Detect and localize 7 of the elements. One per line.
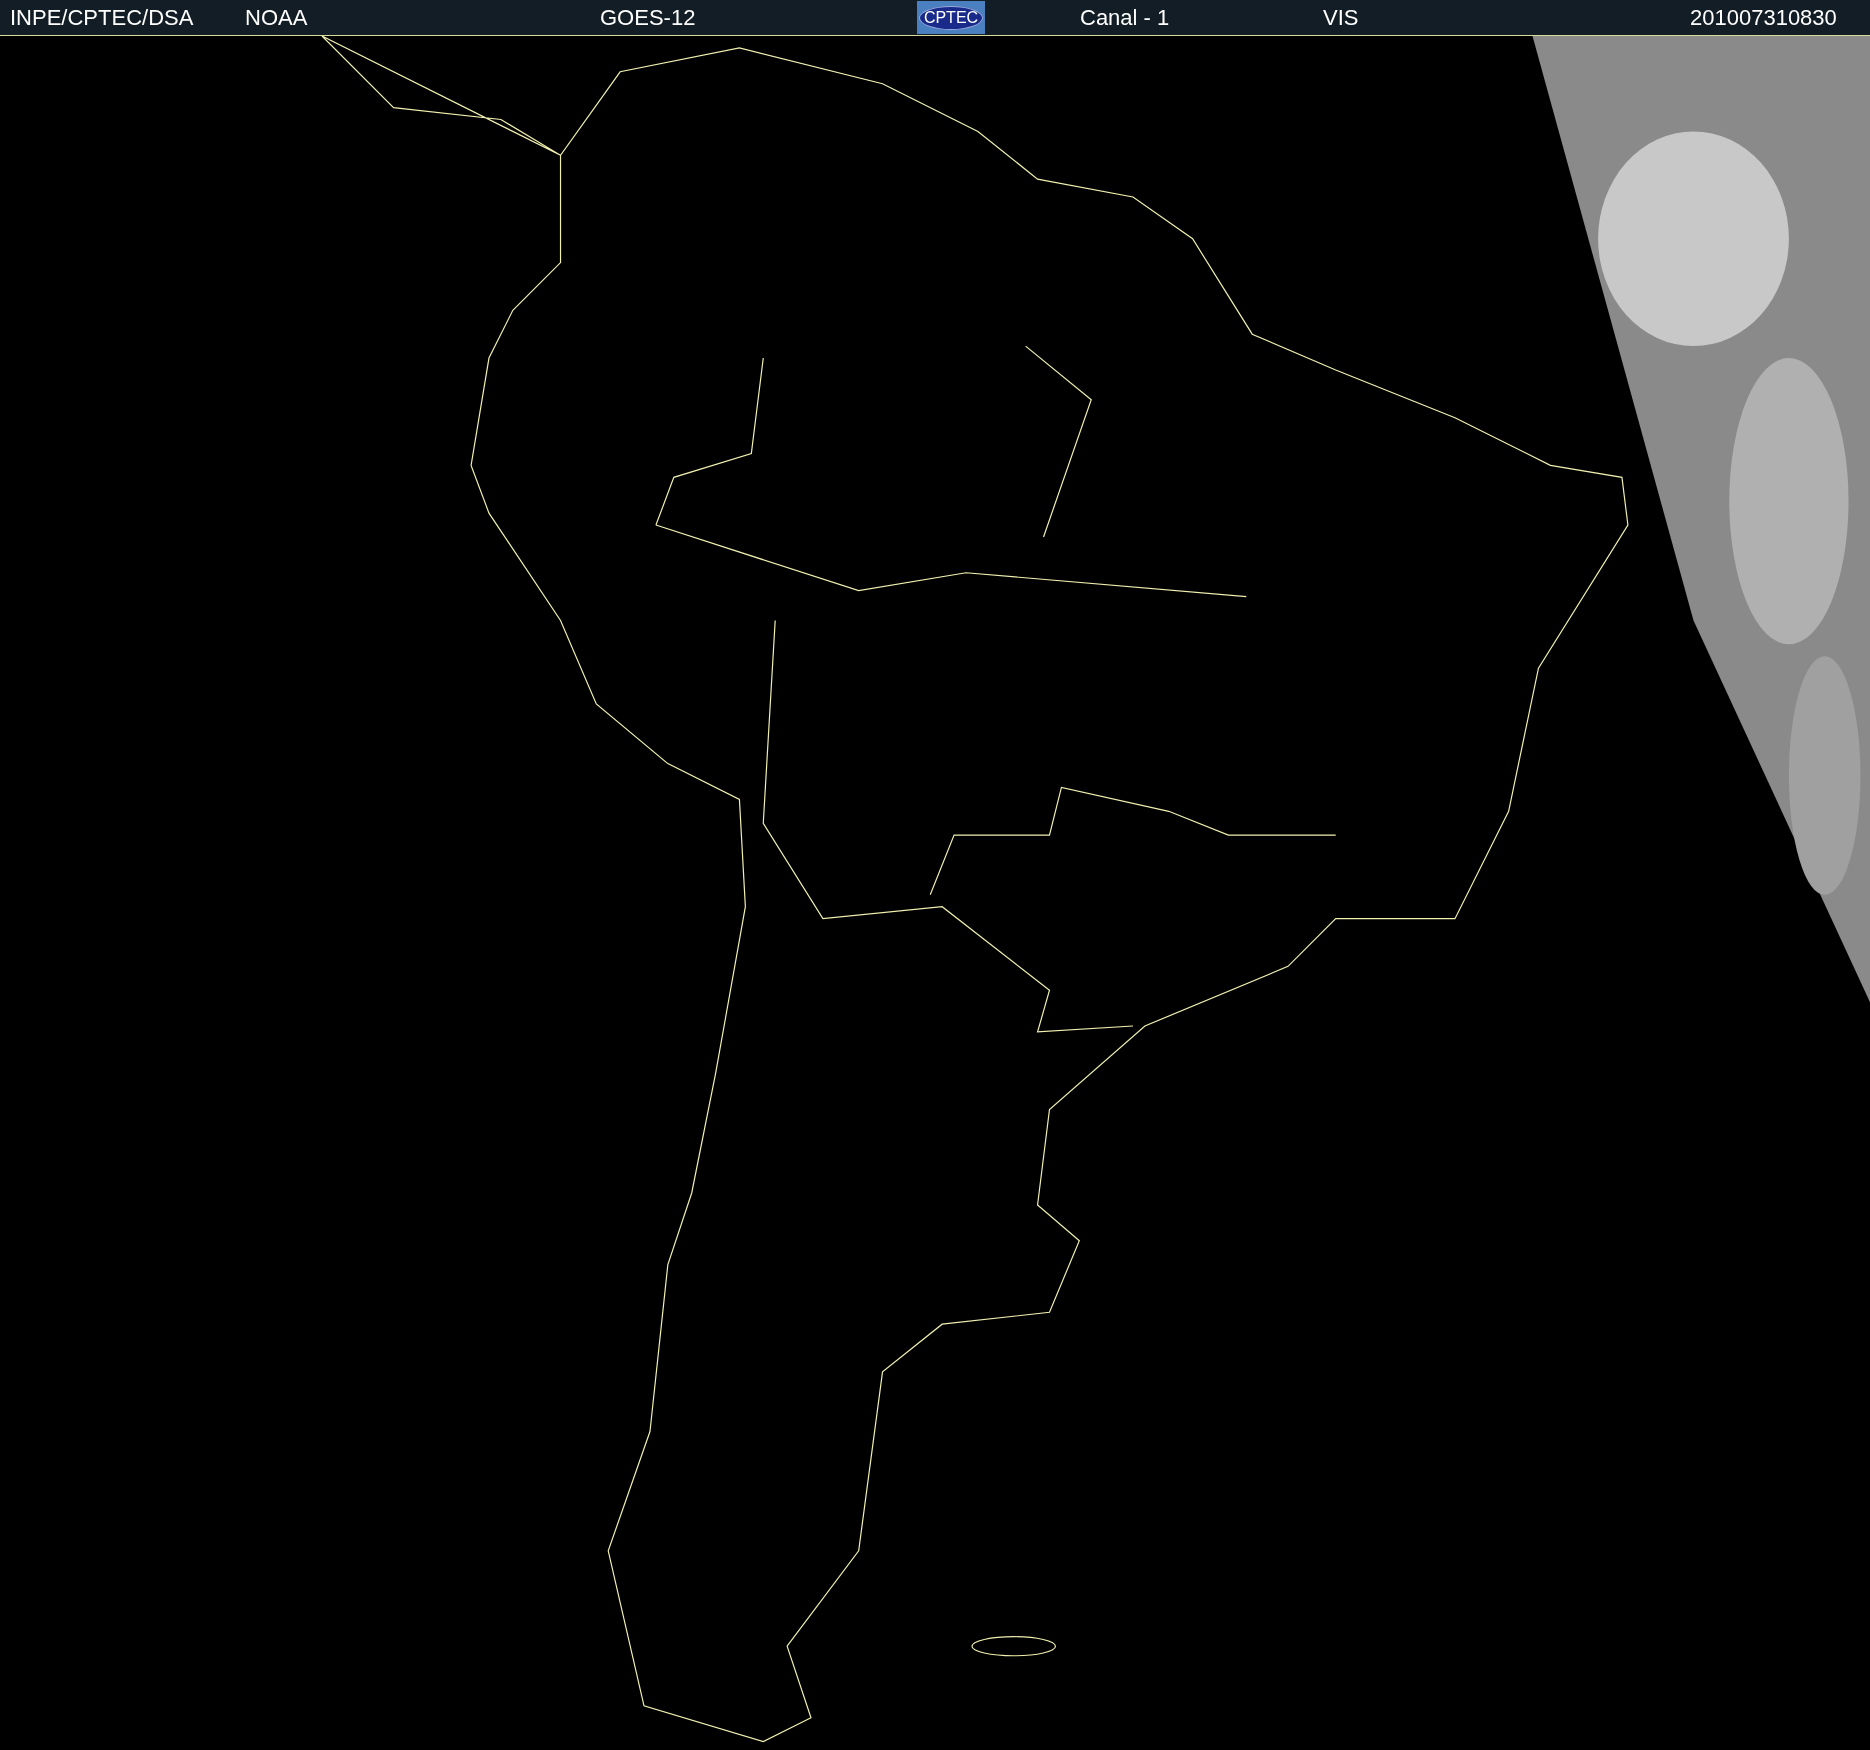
header-label: VIS bbox=[1323, 4, 1359, 32]
cptec-logo: CPTEC bbox=[917, 1, 985, 34]
header-label: NOAA bbox=[245, 4, 308, 32]
header-label: Canal - 1 bbox=[1080, 4, 1170, 32]
header-label: INPE/CPTEC/DSA bbox=[10, 4, 194, 32]
header-label: GOES-12 bbox=[600, 4, 696, 32]
header-label: 201007310830 bbox=[1690, 4, 1837, 32]
